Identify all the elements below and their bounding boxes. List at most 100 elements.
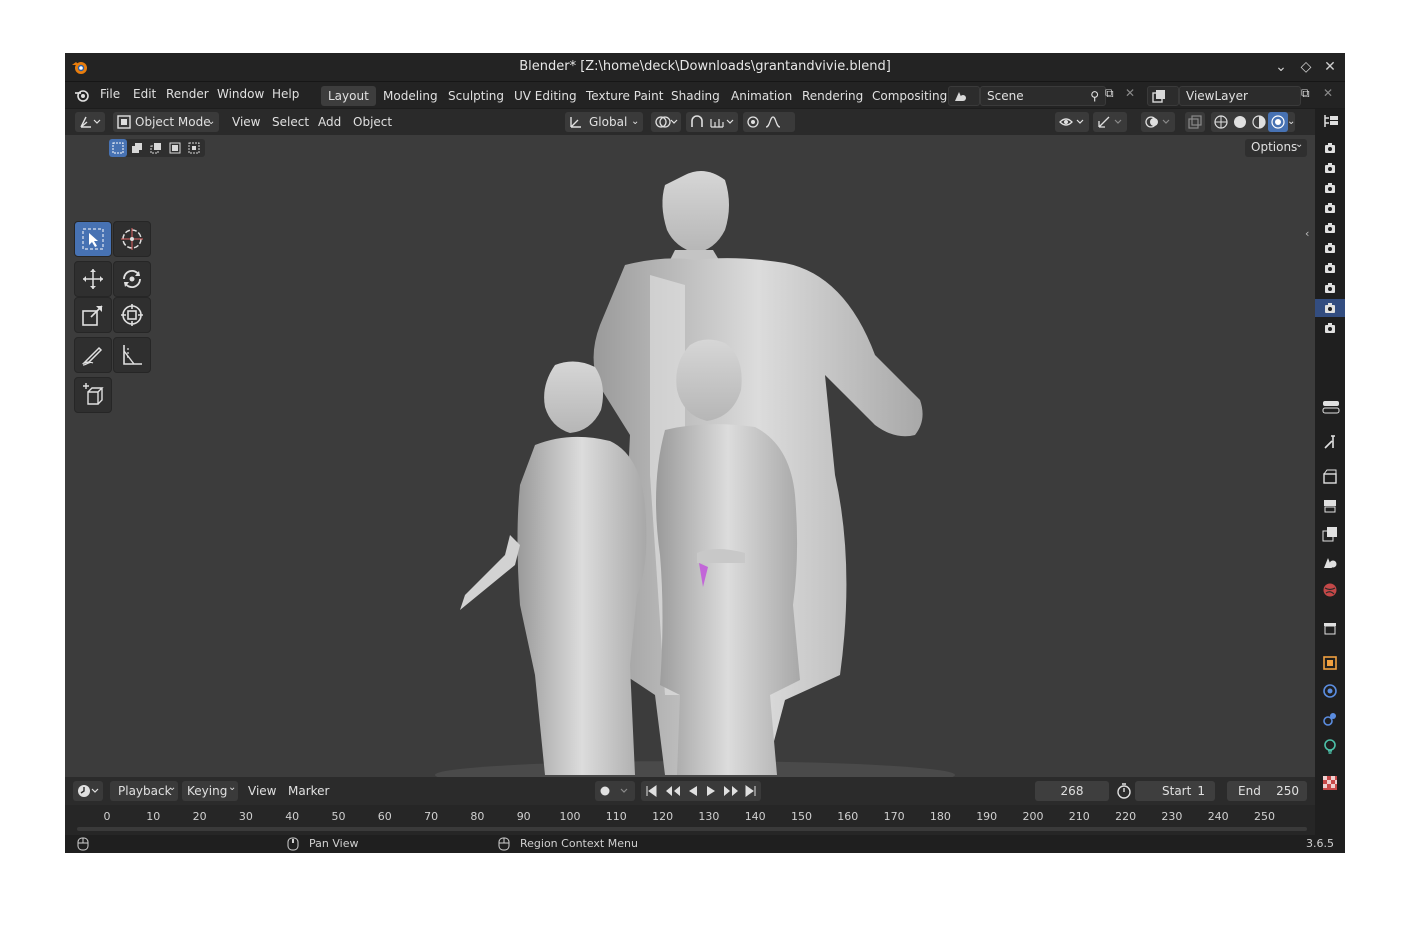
scene-selector-button[interactable] [948,86,980,106]
scene-properties-icon[interactable] [1322,554,1338,570]
overlays-button[interactable] [1141,112,1175,132]
menu-file[interactable]: File [100,87,120,101]
tab-layout[interactable]: Layout [321,86,376,106]
tab-texture-paint[interactable]: Texture Paint [579,86,670,106]
tab-compositing[interactable]: Compositing [865,86,954,106]
scene-model-figures[interactable] [65,135,1315,777]
menu-window[interactable]: Window [217,87,264,101]
tab-animation[interactable]: Animation [724,86,799,106]
outliner-row[interactable] [1315,219,1345,237]
view-layer-field[interactable]: ViewLayer [1179,86,1301,106]
scene-name: Scene [987,89,1024,103]
timeline-header: Playback ⌄ Keying ⌄ View Marker 268 Star… [65,777,1315,805]
scene-icon [955,92,966,101]
view-layer-selector-button[interactable] [1147,86,1179,106]
visibility-button[interactable] [1055,112,1089,132]
delete-view-layer-icon[interactable]: ✕ [1323,86,1333,100]
outliner-row[interactable] [1315,319,1345,337]
editor-type-button[interactable] [75,112,105,132]
wireframe-shading-icon[interactable] [1214,115,1228,129]
blender-menu-icon[interactable] [74,87,90,103]
scene-field[interactable]: Scene ⚲ [980,86,1106,106]
current-frame-field[interactable]: 268 [1035,781,1109,801]
tab-sculpting[interactable]: Sculpting [441,86,511,106]
outliner-row[interactable] [1315,159,1345,177]
xray-button[interactable] [1185,112,1205,132]
menu-edit[interactable]: Edit [133,87,156,101]
end-frame-field[interactable]: End 250 [1227,781,1307,801]
object-properties-icon[interactable] [1322,655,1338,671]
outliner-row[interactable] [1315,299,1345,317]
menu-add[interactable]: Add [318,112,341,132]
chevron-down-icon[interactable]: ⌄ [1287,112,1295,132]
outliner-row[interactable] [1315,259,1345,277]
3d-viewport[interactable]: Options ⌄ ‹ [65,135,1315,777]
ruler-tick-label: 190 [976,810,998,823]
menu-view[interactable]: View [232,112,260,132]
view-layer-name: ViewLayer [1186,89,1248,103]
output-properties-icon[interactable] [1322,498,1338,514]
prev-keyframe-icon[interactable] [665,785,681,797]
keying-dropdown[interactable]: Keying ⌄ [182,781,238,801]
timeline-editor-type-button[interactable] [73,781,103,801]
tab-shading[interactable]: Shading [664,86,727,106]
world-properties-icon[interactable] [1322,582,1338,598]
jump-start-icon[interactable] [645,785,657,797]
ruler-tick-label: 180 [929,810,951,823]
tool-properties-icon[interactable] [1322,399,1340,415]
stopwatch-icon[interactable] [1116,783,1132,799]
ruler-tick-label: 0 [103,810,111,823]
tab-modeling[interactable]: Modeling [376,86,445,106]
play-icon[interactable] [705,785,717,797]
constraint-properties-icon[interactable] [1322,711,1338,727]
pin-icon[interactable]: ⚲ [1090,87,1099,105]
timeline-menu-marker[interactable]: Marker [288,784,329,798]
delete-scene-icon[interactable]: ✕ [1125,86,1135,100]
auto-keying-button[interactable] [595,781,635,801]
menu-render[interactable]: Render [166,87,209,101]
material-shading-icon[interactable] [1252,115,1266,129]
collection-properties-icon[interactable] [1322,620,1338,636]
jump-end-icon[interactable] [745,785,757,797]
timeline-scrollbar[interactable] [77,827,1307,831]
next-keyframe-icon[interactable] [723,785,739,797]
wrench-icon[interactable] [1322,434,1338,450]
mode-dropdown[interactable]: Object Mode ⌄ [113,112,219,132]
close-icon[interactable]: ✕ [1320,57,1340,77]
tab-uv-editing[interactable]: UV Editing [507,86,584,106]
outliner-row[interactable] [1315,139,1345,157]
restore-icon[interactable]: ◇ [1296,57,1316,77]
rendered-shading-button[interactable] [1268,112,1288,132]
solid-shading-icon[interactable] [1233,115,1247,129]
outliner-row[interactable] [1315,279,1345,297]
proportional-editing-button[interactable] [743,112,795,132]
render-properties-icon[interactable] [1322,469,1338,485]
tab-rendering[interactable]: Rendering [795,86,870,106]
view-layer-properties-icon[interactable] [1322,526,1338,542]
new-scene-icon[interactable]: ⧉ [1105,86,1114,101]
snap-button[interactable] [686,112,738,132]
texture-properties-icon[interactable] [1322,775,1338,791]
start-frame-field[interactable]: Start 1 [1135,781,1215,801]
menu-select[interactable]: Select [272,112,309,132]
physics-properties-icon[interactable] [1322,683,1338,699]
record-icon [600,786,628,796]
outliner-row[interactable] [1315,239,1345,257]
orientation-dropdown[interactable]: Global ⌄ [565,112,643,132]
playback-dropdown[interactable]: Playback ⌄ [110,781,178,801]
outliner-icon[interactable] [1323,113,1339,129]
outliner-row[interactable] [1315,179,1345,197]
current-frame-value: 268 [1060,784,1084,798]
light-properties-icon[interactable] [1322,739,1338,755]
outliner-row[interactable] [1315,199,1345,217]
timeline-menu-view[interactable]: View [248,784,276,798]
menu-object[interactable]: Object [353,112,392,132]
chevron-down-icon[interactable]: ⌄ [1271,57,1291,77]
camera-icon [1325,323,1335,333]
timeline-ruler[interactable]: 0 10 20 30 40 50 60 70 80 90 100 110 120 130 140 150 160… [65,805,1315,827]
pivot-button[interactable] [651,112,681,132]
menu-help[interactable]: Help [272,87,299,101]
play-reverse-icon[interactable] [687,785,699,797]
new-view-layer-icon[interactable]: ⧉ [1301,86,1310,101]
gizmo-button[interactable] [1093,112,1127,132]
